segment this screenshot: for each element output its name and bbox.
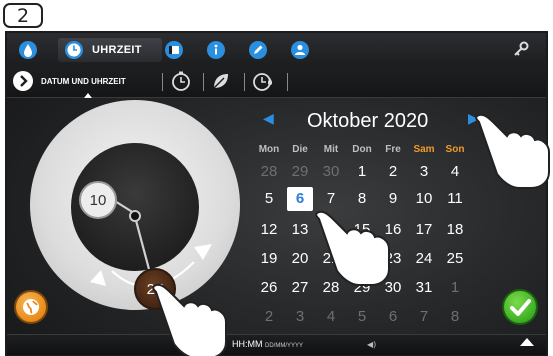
arrow-left-icon — [90, 270, 106, 286]
confirm-button[interactable] — [502, 289, 538, 325]
calendar-day[interactable]: 28 — [252, 160, 286, 184]
calendar-day-selected[interactable]: 6 — [287, 187, 313, 211]
calendar-day[interactable]: 2 — [376, 160, 410, 184]
calendar-day[interactable]: 11 — [438, 187, 472, 211]
globe-icon — [23, 299, 39, 315]
calendar-day[interactable]: 25 — [438, 247, 472, 271]
hand-pointer-next — [475, 113, 550, 189]
calendar-day[interactable]: 8 — [438, 305, 472, 329]
calendar-day[interactable]: 2 — [252, 305, 286, 329]
calendar-day[interactable]: 1 — [438, 276, 472, 300]
calendar-day[interactable]: 4 — [314, 305, 348, 329]
calendar-day[interactable]: 3 — [407, 160, 441, 184]
date-format: DD/MM/YYYY — [265, 343, 304, 349]
hour-knob[interactable]: 10 — [79, 181, 117, 219]
calendar-day[interactable]: 24 — [407, 247, 441, 271]
calendar-day[interactable]: 1 — [345, 160, 379, 184]
checkmark-icon — [510, 299, 531, 316]
arrow-right-icon — [194, 244, 212, 260]
weekday-header: Die — [292, 144, 308, 155]
weekday-header: Don — [352, 144, 372, 155]
globe-button[interactable] — [14, 290, 48, 324]
weekday-header: Mon — [258, 144, 280, 155]
calendar-day[interactable]: 18 — [438, 218, 472, 242]
calendar-day[interactable]: 5 — [345, 305, 379, 329]
calendar-day[interactable]: 12 — [252, 218, 286, 242]
calendar-day[interactable]: 5 — [252, 187, 286, 211]
dial-pivot — [129, 210, 141, 222]
calendar-day[interactable]: 10 — [407, 187, 441, 211]
calendar-day[interactable]: 6 — [376, 305, 410, 329]
weekday-header: Sam — [413, 144, 435, 155]
previous-month-button[interactable]: ◀ — [263, 111, 274, 127]
calendar-day[interactable]: 3 — [283, 305, 317, 329]
time-format-label: HH:MM DD/MM/YYYY — [232, 339, 303, 349]
weekday-header: Fre — [385, 144, 401, 155]
calendar-day[interactable]: 29 — [283, 160, 317, 184]
weekday-header: Son — [445, 144, 465, 155]
hour-value: 10 — [89, 191, 107, 209]
calendar-day[interactable]: 19 — [252, 247, 286, 271]
calendar-day[interactable]: 4 — [438, 160, 472, 184]
calendar-day[interactable]: 31 — [407, 276, 441, 300]
expand-up-icon[interactable] — [520, 338, 534, 346]
hand-pointer-dial — [152, 283, 227, 356]
hand-pointer-day — [315, 210, 390, 286]
calendar-day[interactable]: 26 — [252, 276, 286, 300]
weekday-header: Mit — [323, 144, 339, 155]
calendar-day[interactable]: 30 — [314, 160, 348, 184]
calendar-day[interactable]: 17 — [407, 218, 441, 242]
calendar-month-title: Oktober 2020 — [307, 110, 429, 132]
speaker-icon: ◀) — [367, 340, 377, 349]
calendar-day[interactable]: 7 — [407, 305, 441, 329]
